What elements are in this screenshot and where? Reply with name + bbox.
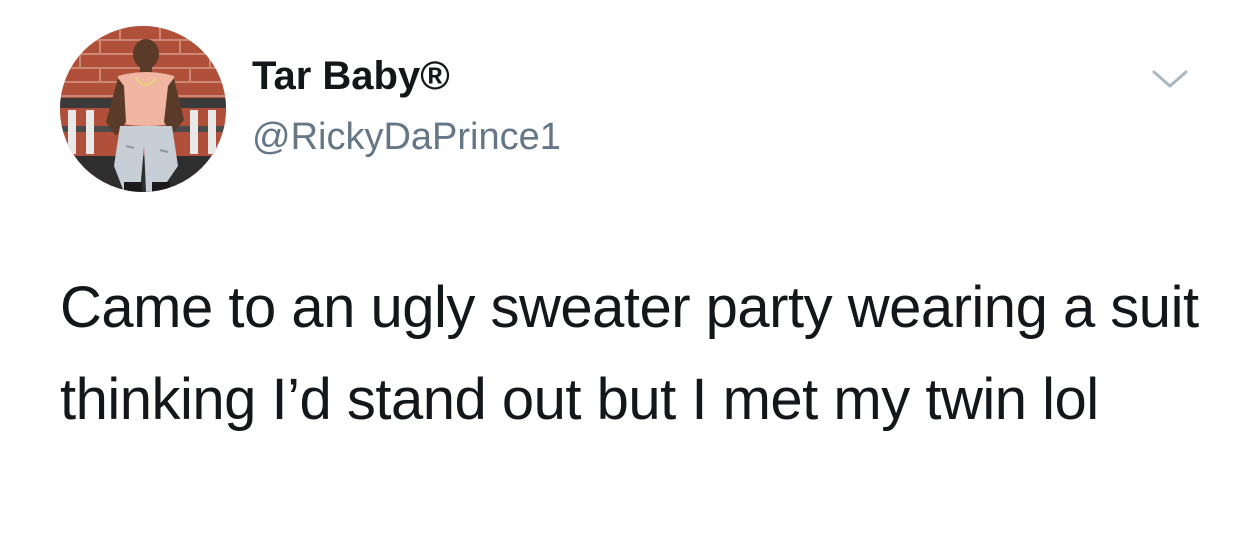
tweet-card: Tar Baby® @RickyDaPrince1 Came to an ugl… <box>0 0 1242 544</box>
author-handle[interactable]: @RickyDaPrince1 <box>252 112 561 162</box>
avatar-photo <box>60 26 226 192</box>
author-display-name[interactable]: Tar Baby® <box>252 50 450 102</box>
tweet-text: Came to an ugly sweater party wearing a … <box>60 275 1199 432</box>
avatar[interactable] <box>60 26 226 192</box>
chevron-down-icon[interactable] <box>1148 62 1192 98</box>
